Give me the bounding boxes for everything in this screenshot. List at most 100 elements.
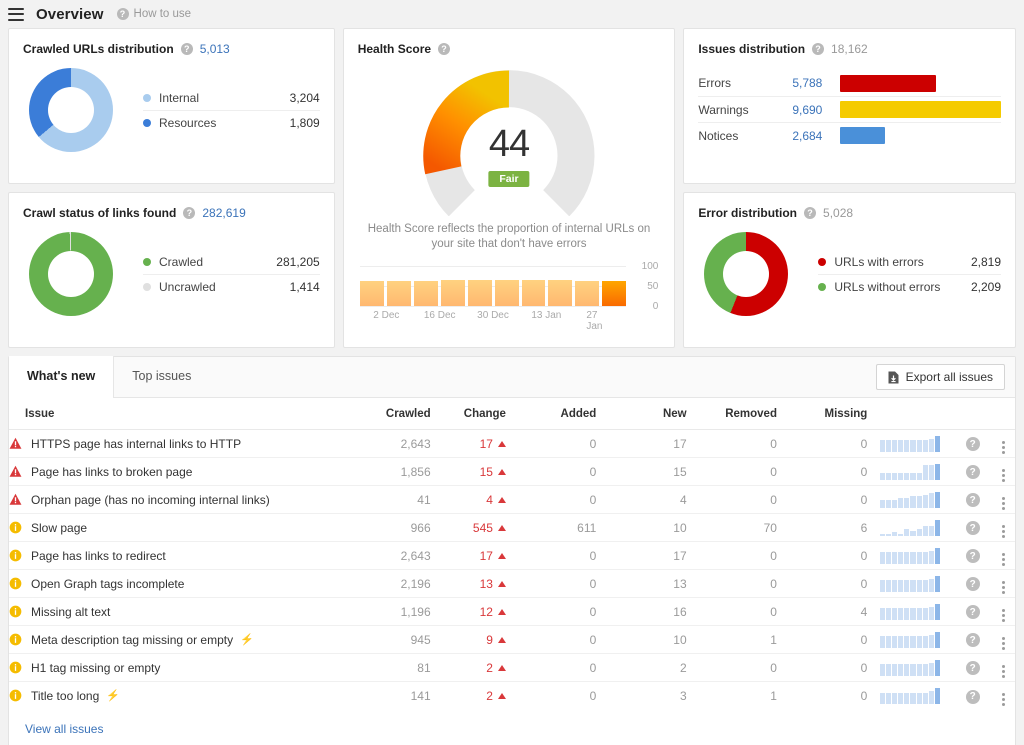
- more-options-icon[interactable]: [1002, 525, 1006, 538]
- issue-cell[interactable]: Missing alt text: [9, 597, 366, 626]
- help-icon[interactable]: ?: [965, 549, 980, 564]
- warning-icon: [9, 521, 31, 534]
- health-score-bar[interactable]: [602, 281, 627, 306]
- issue-cell[interactable]: H1 tag missing or empty: [9, 653, 366, 682]
- table-row[interactable]: Missing alt text 1,196 12 0 16 0 4?: [9, 597, 1015, 626]
- sparkline-bar: [928, 550, 934, 564]
- how-to-use-link[interactable]: ? How to use: [116, 8, 192, 20]
- help-icon[interactable]: ?: [183, 207, 196, 219]
- change-number: 2: [486, 660, 493, 675]
- removed-value: 0: [686, 597, 777, 626]
- help-icon[interactable]: ?: [965, 521, 980, 536]
- health-score-bar[interactable]: [548, 280, 573, 306]
- help-icon[interactable]: ?: [965, 633, 980, 648]
- issue-cell[interactable]: Title too long ⚡: [9, 682, 365, 710]
- sparkline-bar: [916, 440, 922, 452]
- health-score-bar[interactable]: [494, 280, 519, 306]
- issue-cell[interactable]: Slow page: [9, 513, 366, 542]
- trend-sparkline: [867, 485, 953, 514]
- health-score-bar[interactable]: [575, 280, 600, 306]
- more-options-icon[interactable]: [1002, 497, 1006, 510]
- issue-cell[interactable]: Meta description tag missing or empty ⚡: [9, 625, 366, 654]
- issue-cell[interactable]: Open Graph tags incomplete: [9, 569, 366, 598]
- legend-value: 1,809: [289, 115, 320, 130]
- added-value: 0: [505, 457, 597, 486]
- tab-whats-new[interactable]: What's new: [9, 356, 115, 398]
- health-score-bar[interactable]: [440, 280, 465, 306]
- more-options-icon[interactable]: [1002, 553, 1006, 566]
- table-row[interactable]: HTTPS page has internal links to HTTP 2,6…: [9, 429, 1015, 458]
- sparkline-bar: [886, 692, 892, 704]
- added-value: 0: [505, 597, 597, 626]
- help-icon[interactable]: ?: [965, 493, 980, 508]
- change-value: 17: [430, 541, 506, 570]
- more-options-icon[interactable]: [1002, 609, 1006, 622]
- issue-cell[interactable]: Page has links to redirect: [9, 541, 366, 570]
- trend-sparkline: [867, 429, 953, 458]
- table-row[interactable]: H1 tag missing or empty 81 2 0 2 0 0?: [9, 653, 1015, 682]
- more-options-icon[interactable]: [1002, 441, 1006, 454]
- more-options-icon[interactable]: [1002, 581, 1006, 594]
- help-icon[interactable]: ?: [965, 465, 980, 480]
- health-score-bar[interactable]: [521, 280, 546, 306]
- health-score-bar[interactable]: [386, 280, 411, 306]
- sparkline-bar: [904, 580, 910, 592]
- health-score-x-label: 30 Dec: [477, 310, 509, 321]
- sparkline-bar: [879, 580, 886, 592]
- right-column: Issues distribution ? 18,162 Errors 5,78…: [683, 28, 1016, 348]
- export-all-issues-button[interactable]: Export all issues: [875, 364, 1005, 390]
- issues-bar-value[interactable]: 5,788: [770, 76, 822, 90]
- added-value: 0: [505, 569, 597, 598]
- sparkline-bar: [922, 692, 928, 704]
- help-icon[interactable]: ?: [965, 577, 980, 592]
- more-options-icon[interactable]: [1002, 637, 1006, 650]
- hamburger-icon[interactable]: [8, 7, 24, 21]
- help-icon[interactable]: ?: [965, 605, 980, 620]
- new-value: 16: [596, 597, 687, 626]
- help-icon[interactable]: ?: [965, 437, 980, 452]
- change-value: 545: [430, 513, 506, 542]
- warning-icon: [9, 633, 31, 646]
- sparkline-bar: [928, 525, 934, 536]
- issue-label: Open Graph tags incomplete: [31, 576, 185, 591]
- health-score-bar[interactable]: [413, 280, 438, 306]
- how-to-use-label: How to use: [133, 8, 192, 20]
- table-row[interactable]: Page has links to redirect 2,643 17 0 17 0 0?: [9, 541, 1015, 570]
- help-icon[interactable]: ?: [812, 43, 825, 55]
- issues-bar-value[interactable]: 9,690: [770, 103, 822, 117]
- issue-cell[interactable]: Orphan page (has no incoming internal li…: [9, 485, 366, 514]
- health-score-bar[interactable]: [359, 280, 384, 306]
- issue-cell[interactable]: Page has links to broken page: [9, 457, 366, 486]
- help-icon[interactable]: ?: [180, 43, 193, 55]
- issues-bar-value[interactable]: 2,684: [770, 129, 822, 143]
- sparkline-bar: [922, 494, 928, 508]
- table-row[interactable]: Title too long ⚡ 141 2 0 3 1 0?: [9, 682, 1015, 710]
- issue-label: Page has links to redirect: [31, 548, 166, 563]
- more-options-icon[interactable]: [1002, 469, 1006, 482]
- table-row[interactable]: Open Graph tags incomplete 2,196 13 0 13 0 0?: [9, 569, 1015, 598]
- more-options-icon[interactable]: [1002, 665, 1006, 678]
- sparkline-bar: [928, 465, 934, 480]
- help-icon[interactable]: ?: [438, 43, 451, 55]
- help-icon[interactable]: ?: [965, 661, 980, 676]
- table-row[interactable]: Page has links to broken page 1,856 15 0 15 0…: [9, 457, 1015, 486]
- new-value: 3: [679, 688, 687, 703]
- sparkline-bar: [916, 580, 922, 592]
- table-row[interactable]: Slow page 966 545 611 10 70 6?: [9, 513, 1015, 542]
- table-row[interactable]: Orphan page (has no incoming internal li…: [9, 485, 1015, 514]
- row-menu-cell: [992, 569, 1015, 598]
- sparkline-bar: [879, 636, 886, 648]
- more-options-icon[interactable]: [1002, 693, 1006, 707]
- missing-value: 0: [776, 429, 868, 458]
- y-tick-50: 50: [647, 281, 659, 292]
- help-icon[interactable]: ?: [965, 689, 980, 704]
- health-score-body: 44 Fair Health Score reflects the propor…: [344, 56, 675, 252]
- tab-top-issues[interactable]: Top issues: [114, 356, 209, 397]
- top-bar: Overview ? How to use: [0, 0, 1024, 28]
- table-row[interactable]: Meta description tag missing or empty ⚡ 94…: [9, 625, 1015, 654]
- view-all-issues-link[interactable]: View all issues: [25, 722, 103, 736]
- health-score-bar[interactable]: [467, 279, 492, 306]
- help-icon[interactable]: ?: [804, 207, 817, 219]
- issue-cell[interactable]: HTTPS page has internal links to HTTP: [9, 429, 366, 458]
- sparkline-bar: [934, 547, 940, 564]
